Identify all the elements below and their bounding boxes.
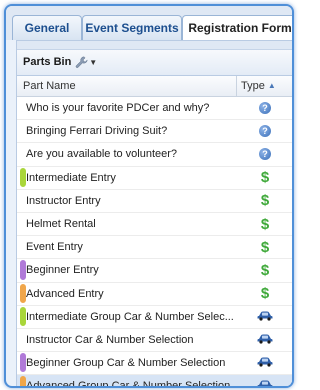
- list-item[interactable]: Event Entry $: [17, 236, 292, 260]
- dollar-icon: $: [260, 238, 270, 256]
- part-name-label: Are you available to volunteer?: [26, 148, 178, 161]
- question-icon: ?: [259, 148, 271, 161]
- tab-registration-form[interactable]: Registration Form: [182, 15, 292, 42]
- part-name-label: Instructor Car & Number Selection: [26, 333, 194, 346]
- list-item[interactable]: Beginner Group Car & Number Selection: [17, 352, 292, 376]
- list-item[interactable]: Bringing Ferrari Driving Suit??: [17, 120, 292, 144]
- part-type-cell: ?: [237, 148, 292, 161]
- part-name-label: Intermediate Entry: [26, 171, 116, 184]
- question-icon: ?: [259, 125, 271, 138]
- part-name-label: Intermediate Group Car & Number Selec...: [26, 310, 234, 323]
- part-type-cell: ?: [237, 125, 292, 138]
- part-name-label: Helmet Rental: [26, 218, 96, 231]
- part-name-cell: Bringing Ferrari Driving Suit?: [17, 120, 237, 142]
- part-name-cell: Instructor Entry: [17, 190, 237, 212]
- part-type-cell: $: [237, 215, 292, 233]
- list-item[interactable]: Instructor Car & Number Selection: [17, 329, 292, 353]
- part-type-cell: $: [237, 238, 292, 256]
- part-name-label: Who is your favorite PDCer and why?: [26, 102, 210, 115]
- part-name-label: Beginner Group Car & Number Selection: [26, 357, 226, 370]
- part-type-cell: $: [237, 285, 292, 303]
- parts-bin-title: Parts Bin: [23, 56, 72, 68]
- part-name-label: Advanced Entry: [26, 287, 104, 300]
- dollar-icon: $: [260, 285, 270, 303]
- car-icon: [257, 333, 273, 347]
- part-name-cell: Beginner Entry: [17, 259, 237, 281]
- part-name-label: Advanced Group Car & Number Selection: [26, 380, 231, 388]
- list-item[interactable]: Helmet Rental $: [17, 213, 292, 237]
- part-name-cell: Advanced Group Car & Number Selection: [17, 375, 237, 388]
- list-item[interactable]: Who is your favorite PDCer and why??: [17, 97, 292, 121]
- part-type-cell: [237, 356, 292, 370]
- part-name-label: Bringing Ferrari Driving Suit?: [26, 125, 168, 138]
- column-part-name[interactable]: Part Name: [17, 76, 237, 96]
- list-item[interactable]: Intermediate Entry $: [17, 167, 292, 190]
- tab-general[interactable]: General: [12, 15, 82, 40]
- parts-list: Who is your favorite PDCer and why?? Brin…: [17, 97, 292, 388]
- part-name-cell: Beginner Group Car & Number Selection: [17, 352, 237, 374]
- part-name-label: Event Entry: [26, 241, 83, 254]
- chevron-down-icon: ▼: [89, 58, 98, 67]
- part-name-cell: Intermediate Entry: [17, 167, 237, 189]
- list-item[interactable]: Instructor Entry $: [17, 190, 292, 213]
- list-item[interactable]: Are you available to volunteer??: [17, 143, 292, 167]
- question-icon: ?: [259, 102, 271, 115]
- list-item[interactable]: Advanced Entry $: [17, 283, 292, 306]
- dollar-icon: $: [260, 192, 270, 210]
- dollar-icon: $: [260, 215, 270, 233]
- part-name-cell: Who is your favorite PDCer and why?: [17, 97, 237, 119]
- table-header: Part Name Type ▲: [17, 76, 292, 97]
- part-type-cell: $: [237, 261, 292, 279]
- part-type-cell: [237, 310, 292, 324]
- part-name-label: Beginner Entry: [26, 264, 99, 277]
- part-type-cell: [237, 379, 292, 386]
- part-name-cell: Are you available to volunteer?: [17, 143, 237, 165]
- part-name-label: Instructor Entry: [26, 194, 101, 207]
- dollar-icon: $: [260, 169, 270, 187]
- part-type-cell: $: [237, 169, 292, 187]
- window-frame: General Event Segments Registration Form…: [4, 4, 294, 388]
- tab-event-segments[interactable]: Event Segments: [82, 15, 182, 40]
- dollar-icon: $: [260, 261, 270, 279]
- car-icon: [257, 379, 273, 386]
- list-item[interactable]: Intermediate Group Car & Number Selec...: [17, 306, 292, 329]
- wrench-icon: [76, 56, 88, 68]
- column-type-label: Type: [241, 80, 265, 92]
- panel-strip: [17, 41, 292, 50]
- parts-bin-toolbar: Parts Bin ▼: [17, 50, 292, 76]
- list-item[interactable]: Advanced Group Car & Number Selection: [17, 375, 292, 388]
- parts-bin-panel: Parts Bin ▼ Part Name Type ▲ Who is your…: [16, 40, 292, 388]
- part-name-cell: Instructor Car & Number Selection: [17, 329, 237, 351]
- list-item[interactable]: Beginner Entry $: [17, 259, 292, 283]
- part-name-cell: Helmet Rental: [17, 213, 237, 235]
- car-icon: [257, 310, 273, 324]
- column-type[interactable]: Type ▲: [237, 76, 292, 96]
- wrench-menu-button[interactable]: ▼: [75, 50, 97, 75]
- part-name-cell: Advanced Entry: [17, 283, 237, 305]
- tab-bar: General Event Segments Registration Form: [6, 6, 292, 42]
- part-name-cell: Intermediate Group Car & Number Selec...: [17, 306, 237, 328]
- part-type-cell: $: [237, 192, 292, 210]
- part-type-cell: [237, 333, 292, 347]
- sort-ascending-icon: ▲: [267, 81, 276, 90]
- part-name-cell: Event Entry: [17, 236, 237, 258]
- car-icon: [257, 356, 273, 370]
- part-type-cell: ?: [237, 102, 292, 115]
